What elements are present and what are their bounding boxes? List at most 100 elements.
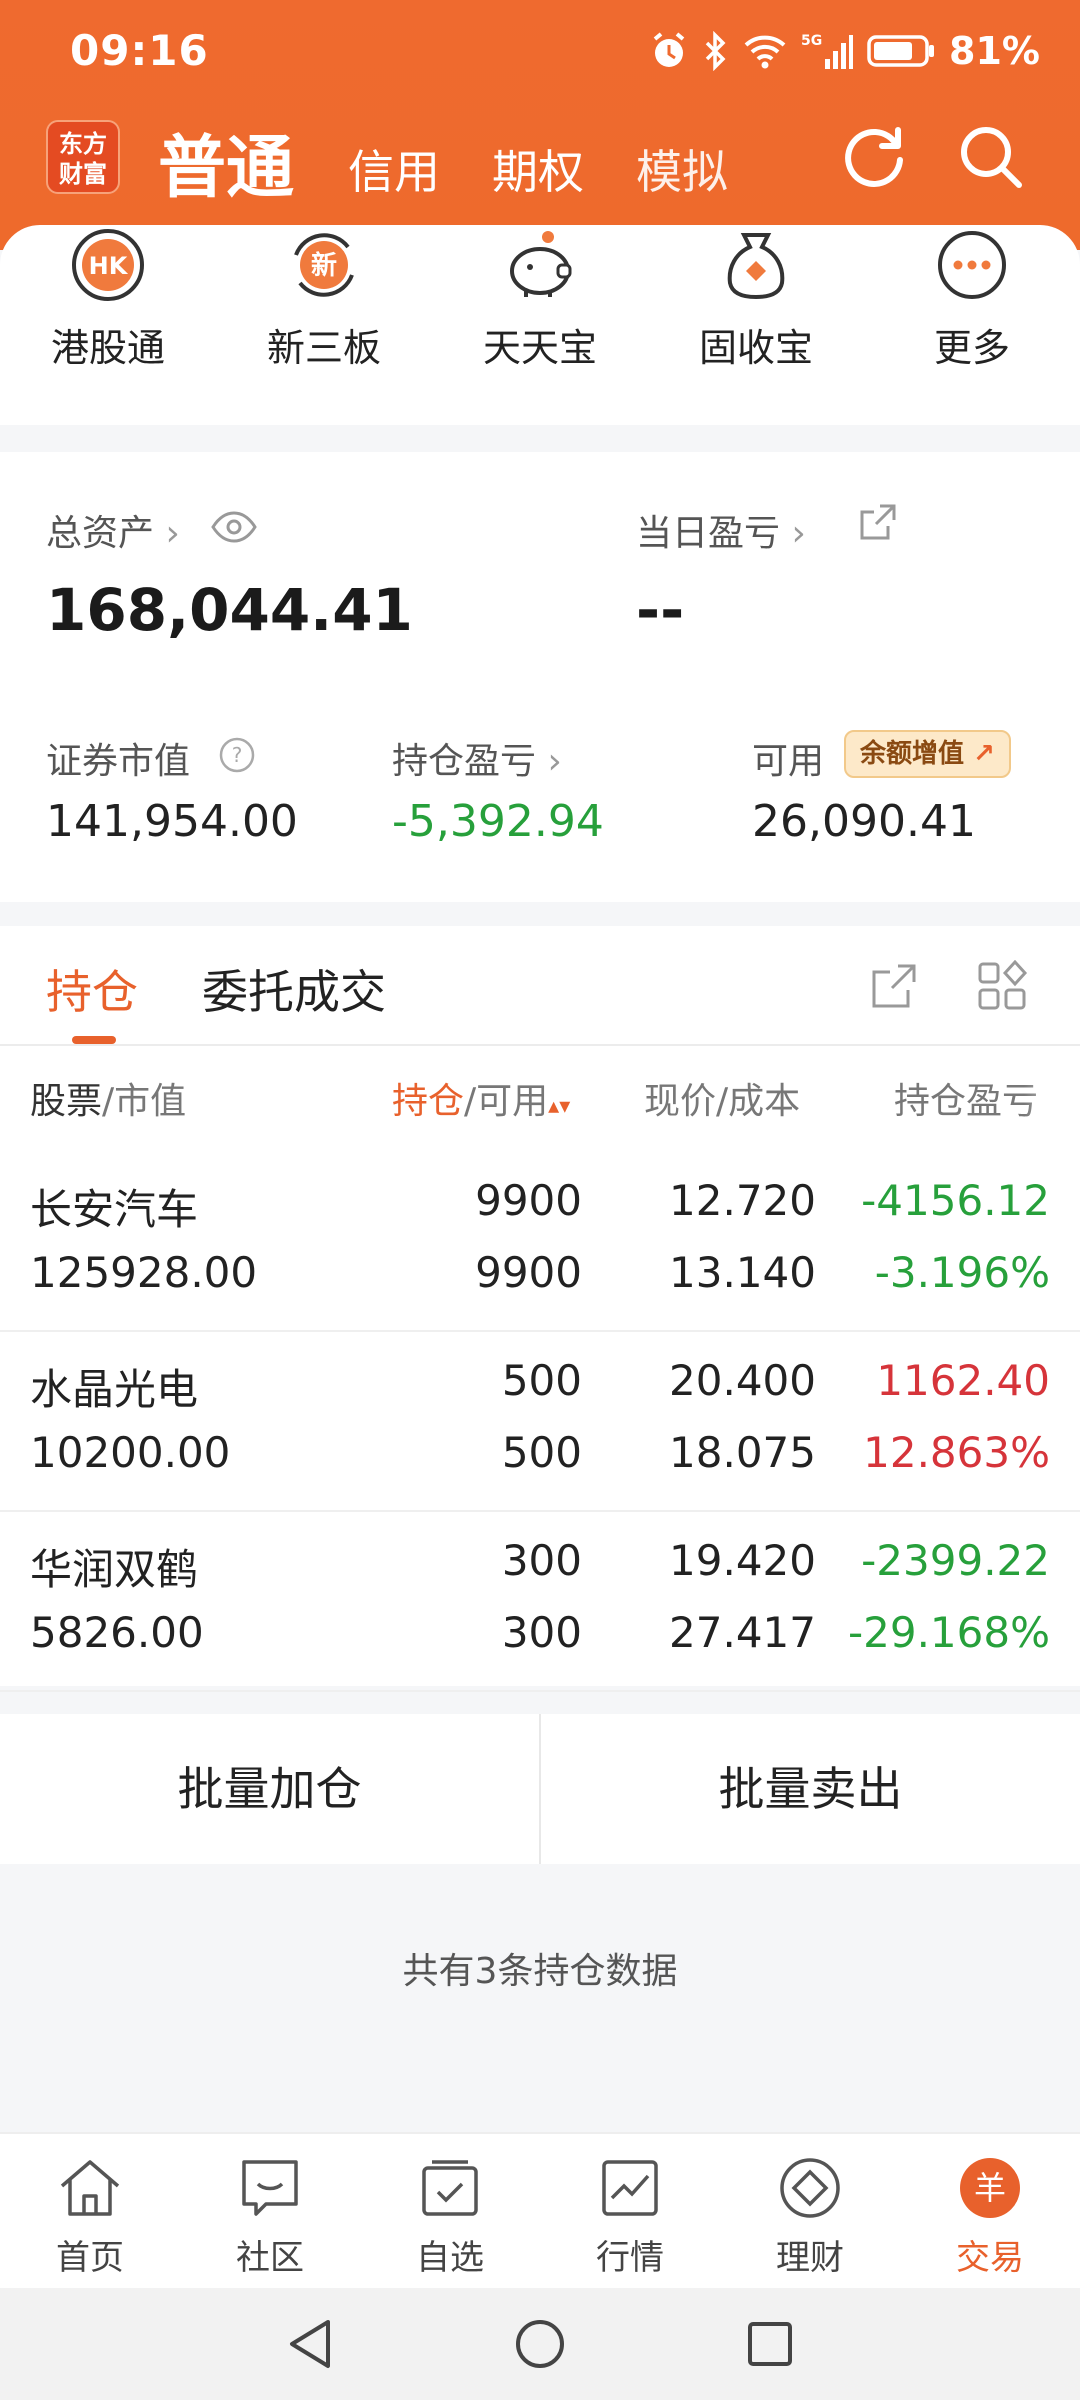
home-icon (60, 2160, 120, 2216)
more-icon (938, 231, 1006, 299)
chevron-right-icon: › (791, 513, 806, 554)
account-type-nav: 东方 财富 普通 信用 期权 模拟 (0, 110, 1080, 220)
tab-simulation[interactable]: 模拟 (636, 136, 728, 202)
nav-community[interactable]: 社区 (180, 2134, 360, 2288)
quick-action-label: 更多 (933, 326, 1010, 370)
nav-home[interactable]: 首页 (0, 2134, 180, 2288)
stock-price: 19.420 (669, 1536, 816, 1585)
system-nav-bar (0, 2288, 1080, 2400)
column-stock-market-value: 股票/市值 (30, 1081, 187, 1122)
app-logo: 东方 财富 (46, 120, 120, 194)
column-price-cost: 现价/成本 (644, 1081, 801, 1122)
active-tab-indicator (72, 1036, 116, 1044)
nav-label: 交易 (956, 2238, 1024, 2278)
refresh-icon[interactable] (842, 124, 908, 190)
svg-text:?: ? (232, 743, 243, 767)
status-icons: 5G 81% (649, 26, 1040, 76)
balance-boost-badge[interactable]: 余额增值 ↗ (844, 730, 1011, 778)
xin-icon-text: 新 (311, 250, 337, 281)
position-row[interactable]: 水晶光电 10200.00 500 500 20.400 18.075 1162… (0, 1332, 1080, 1512)
sort-icon: ▴▾ (548, 1094, 571, 1119)
market-value-label: 证券市值 (46, 741, 191, 782)
recents-icon[interactable] (744, 2316, 796, 2372)
stock-available: 500 (501, 1428, 582, 1477)
assets-summary: 总资产 › 168,044.41 当日盈亏 › -- 证券市值 ? 141,95… (0, 452, 1080, 902)
position-row[interactable]: 华润双鹤 5826.00 300 300 19.420 27.417 -2399… (0, 1512, 1080, 1692)
chevron-right-icon: › (547, 741, 562, 782)
bulk-sell-button[interactable]: 批量卖出 (541, 1714, 1080, 1864)
quick-action-label: 天天宝 (482, 326, 597, 370)
tab-normal[interactable]: 普通 (158, 112, 294, 211)
stock-price: 12.720 (669, 1176, 816, 1225)
alarm-icon (653, 32, 685, 67)
trade-icon-text: 羊 (974, 2169, 1006, 2207)
wifi-icon (744, 35, 786, 69)
stock-available: 9900 (475, 1248, 582, 1297)
search-icon[interactable] (958, 124, 1024, 190)
quick-action-neeq[interactable]: 新 新三板 (216, 225, 432, 425)
tab-credit[interactable]: 信用 (348, 136, 440, 202)
status-bar: 09:16 5G 81% (0, 0, 1080, 100)
nav-market[interactable]: 行情 (540, 2134, 720, 2288)
eye-icon[interactable] (210, 510, 258, 544)
stock-market-value: 125928.00 (30, 1248, 258, 1297)
nav-wealth[interactable]: 理财 (720, 2134, 900, 2288)
position-row[interactable]: 长安汽车 125928.00 9900 9900 12.720 13.140 -… (0, 1152, 1080, 1332)
nav-watchlist[interactable]: 自选 (360, 2134, 540, 2288)
wealth-icon (780, 2158, 840, 2218)
stock-cost: 18.075 (669, 1428, 816, 1477)
quick-actions: HK 港股通 新 新三板 天天宝 固收宝 更多 (0, 225, 1080, 425)
nav-label: 行情 (596, 2238, 664, 2278)
stock-pl: -2399.22 (861, 1536, 1050, 1585)
position-pl-value: -5,392.94 (392, 796, 604, 847)
column-holding-available[interactable]: 持仓/可用▴▾ (392, 1072, 570, 1124)
market-value: 141,954.00 (46, 796, 298, 847)
positions-count-note: 共有3条持仓数据 (402, 1951, 678, 1992)
quick-action-label: 港股通 (50, 326, 165, 370)
help-icon[interactable]: ? (218, 736, 256, 774)
trade-icon: 羊 (960, 2158, 1020, 2218)
position-pl-label[interactable]: 持仓盈亏 › (392, 732, 562, 784)
grid-layout-icon[interactable] (976, 960, 1028, 1012)
tab-orders[interactable]: 委托成交 (202, 956, 386, 1022)
nav-trade[interactable]: 羊 交易 (900, 2134, 1080, 2288)
network-type-label: 5G (801, 33, 822, 49)
stock-market-value: 5826.00 (30, 1608, 204, 1657)
tabs-divider (0, 1044, 1080, 1046)
available-label: 可用 (752, 741, 825, 782)
home-button-icon[interactable] (514, 2316, 566, 2372)
quick-action-more[interactable]: 更多 (864, 225, 1080, 425)
total-assets-label[interactable]: 总资产 › (46, 504, 180, 556)
stock-pl-percent: -29.168% (847, 1608, 1050, 1657)
stock-pl-percent: -3.196% (874, 1248, 1050, 1297)
piggy-bank-icon (510, 231, 572, 297)
back-icon[interactable] (284, 2316, 336, 2372)
hk-icon: HK (72, 229, 144, 301)
quick-action-label: 新三板 (266, 326, 381, 370)
xin-icon: 新 (294, 233, 354, 297)
stock-pl: -4156.12 (861, 1176, 1050, 1225)
money-bag-icon (727, 233, 785, 300)
status-time: 09:16 (70, 26, 209, 75)
share-icon[interactable] (858, 502, 898, 542)
chevron-right-icon: › (165, 513, 180, 554)
tab-positions[interactable]: 持仓 (46, 956, 138, 1022)
stock-market-value: 10200.00 (30, 1428, 231, 1477)
bluetooth-icon (705, 31, 726, 71)
bulk-add-button[interactable]: 批量加仓 (0, 1714, 539, 1864)
positions-section: 持仓 委托成交 股票/市值 持仓/可用▴▾ 现价/成本 持仓盈亏 长安汽车 12… (0, 926, 1080, 1692)
quick-action-tiantianbao[interactable]: 天天宝 (432, 225, 648, 425)
stock-pl-percent: 12.863% (863, 1428, 1050, 1477)
stock-name: 华润双鹤 (30, 1545, 199, 1594)
quick-action-hk-connect[interactable]: HK 港股通 (0, 225, 216, 425)
quick-action-gushoubao[interactable]: 固收宝 (648, 225, 864, 425)
battery-percent: 81% (949, 29, 1040, 73)
logo-line-1: 东方 (59, 130, 107, 158)
share-icon[interactable] (868, 960, 920, 1012)
logo-line-2: 财富 (59, 160, 107, 188)
available-value: 26,090.41 (752, 796, 976, 847)
bulk-actions: 批量加仓 批量卖出 (0, 1714, 1080, 1864)
stock-cost: 13.140 (669, 1248, 816, 1297)
tab-options[interactable]: 期权 (492, 136, 584, 202)
daily-pl-label[interactable]: 当日盈亏 › (636, 504, 806, 556)
